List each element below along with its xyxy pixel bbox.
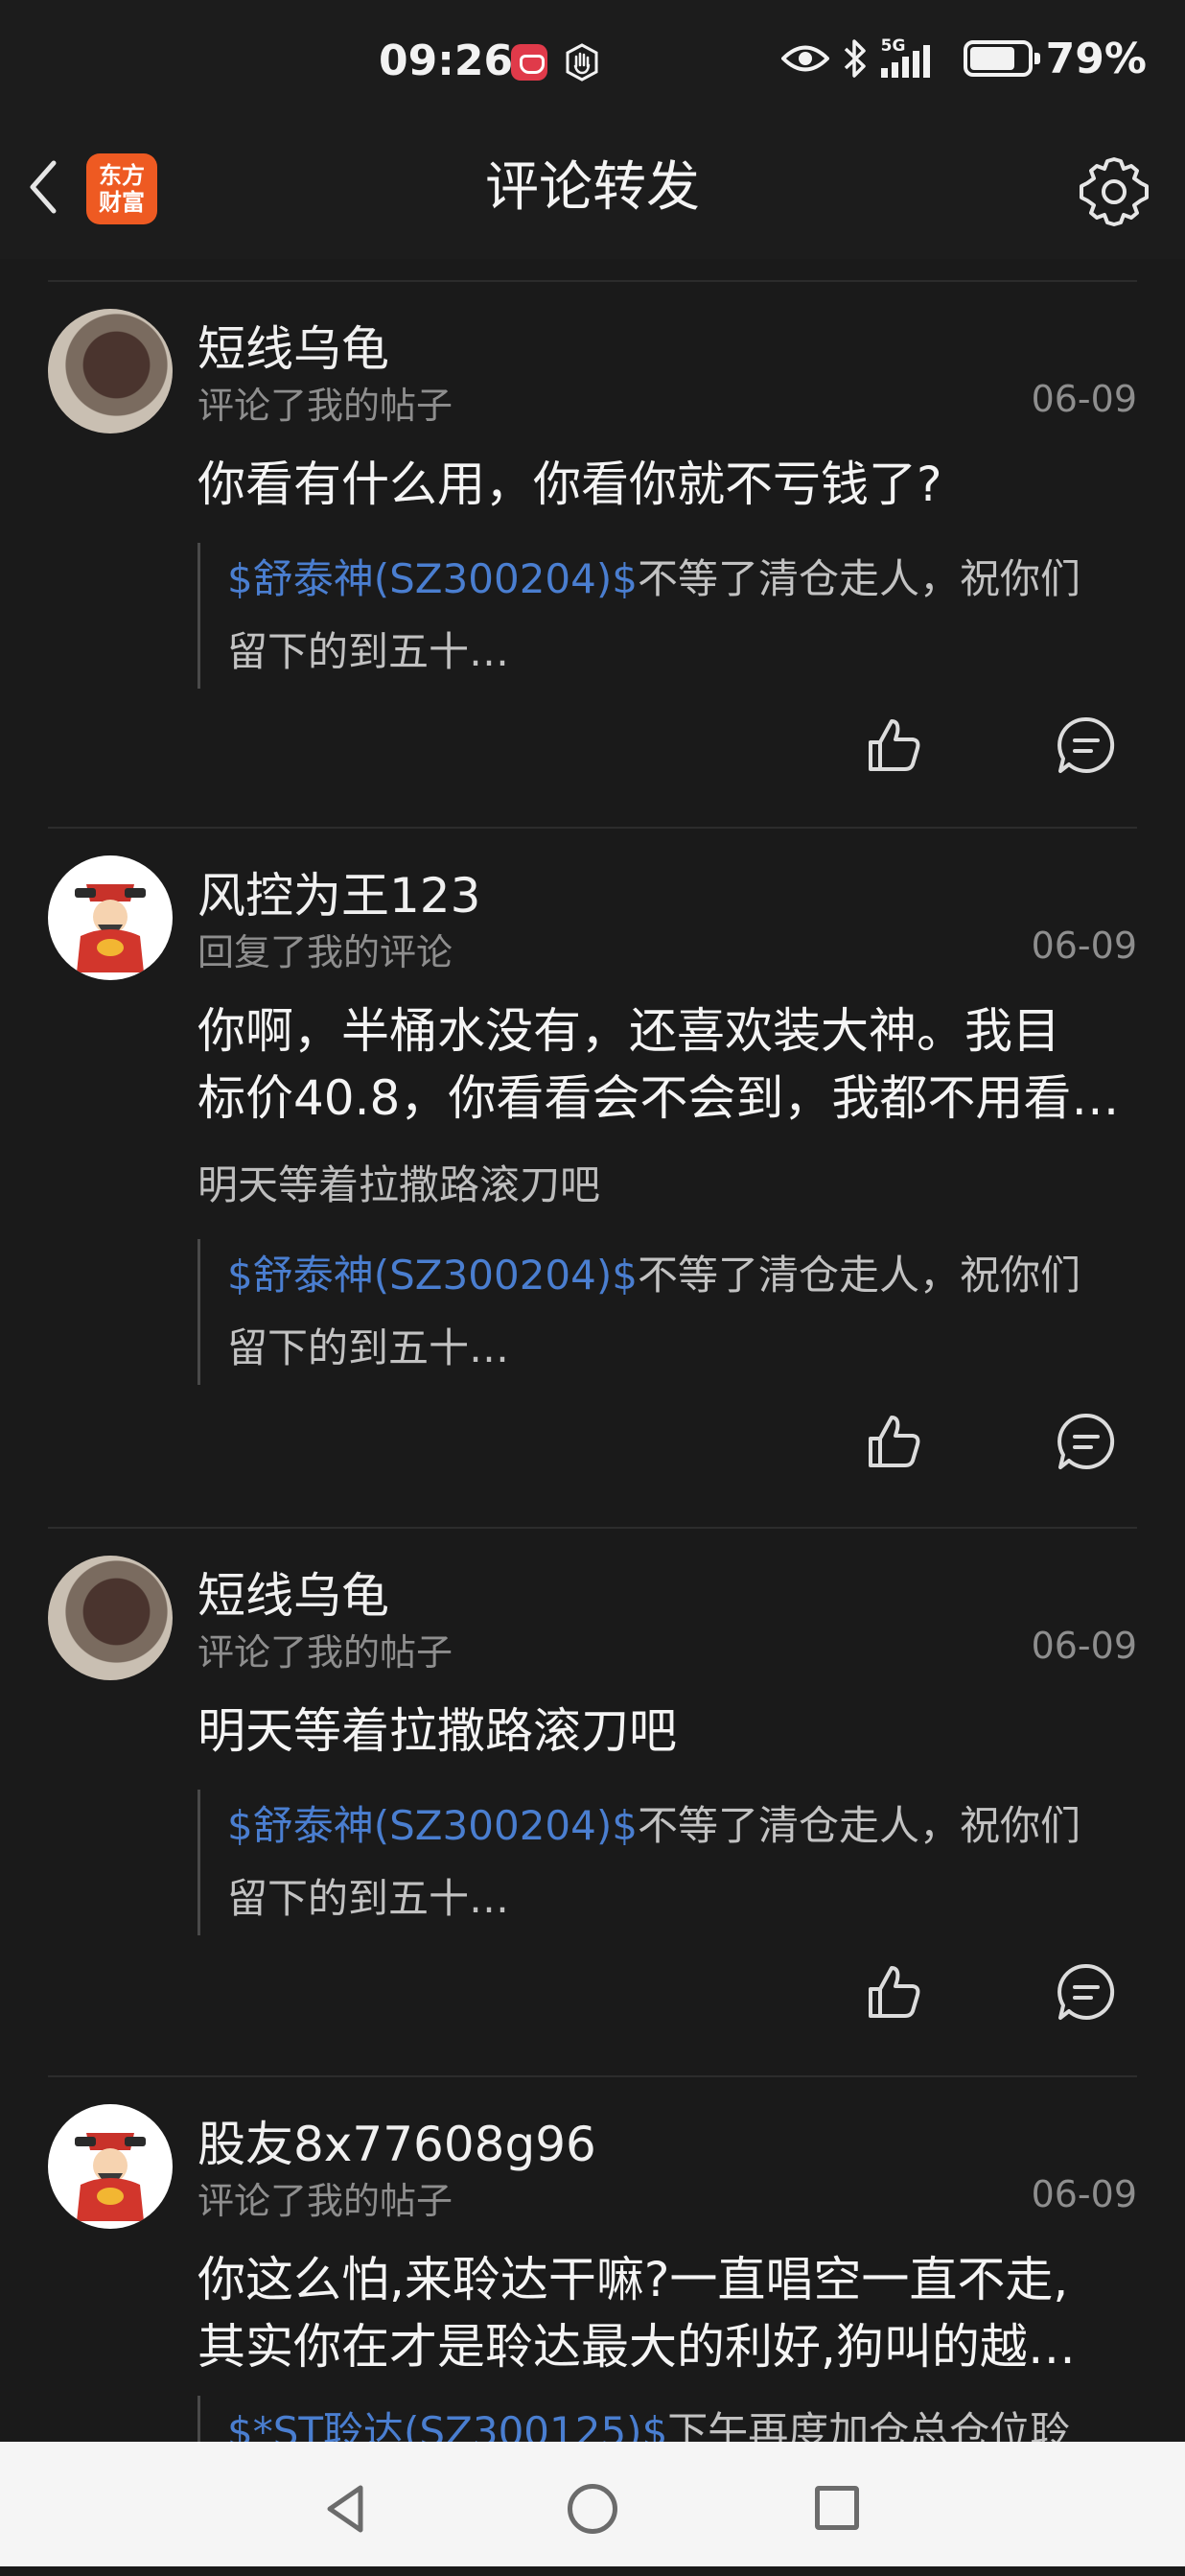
battery-icon xyxy=(963,40,1040,77)
bluetooth-icon xyxy=(844,39,866,78)
quoted-post[interactable]: $舒泰神(SZ300204)$不等了清仓走人，祝你们 留下的到五十… xyxy=(198,543,1137,689)
username[interactable]: 风控为王123 xyxy=(198,857,480,926)
nav-recents-icon[interactable] xyxy=(815,2486,859,2530)
like-icon[interactable] xyxy=(863,1410,926,1473)
avatar[interactable] xyxy=(48,309,173,433)
battery-percent: 79% xyxy=(1045,34,1147,83)
page-title: 评论转发 xyxy=(485,156,700,219)
quote-line: 留下的到五十… xyxy=(227,1875,510,1922)
stock-link[interactable]: $舒泰神(SZ300204)$ xyxy=(227,1252,638,1299)
avatar[interactable] xyxy=(48,2104,173,2229)
action-text: 评论了我的帖子 xyxy=(198,1631,453,1674)
quote-line: 留下的到五十… xyxy=(227,628,510,675)
comment-text[interactable]: 明天等着拉撒路滚刀吧 xyxy=(198,1698,1137,1765)
list-item[interactable]: 短线乌龟 评论了我的帖子 06-09 你看有什么用，你看你就不亏钱了? $舒泰神… xyxy=(48,282,1137,829)
date: 06-09 xyxy=(1031,2173,1137,2215)
date: 06-09 xyxy=(1031,378,1137,420)
nav-home-icon[interactable] xyxy=(568,2484,617,2534)
like-icon[interactable] xyxy=(863,1960,926,2024)
action-text: 评论了我的帖子 xyxy=(198,385,453,427)
signal-icon: 5G xyxy=(880,37,950,80)
username[interactable]: 短线乌龟 xyxy=(198,1557,389,1627)
username[interactable]: 短线乌龟 xyxy=(198,311,389,380)
quote-text: 不等了清仓走人，祝你们 xyxy=(637,1252,1080,1299)
like-icon[interactable] xyxy=(863,714,926,777)
status-bar: 09:26 5G 79% xyxy=(0,0,1185,134)
comment-text[interactable]: 你啊，半桶水没有，还喜欢装大神。我目 xyxy=(198,997,1137,1065)
quote-text: 不等了清仓走人，祝你们 xyxy=(637,1802,1080,1849)
quoted-post[interactable]: $舒泰神(SZ300204)$不等了清仓走人，祝你们 留下的到五十… xyxy=(198,1790,1137,1935)
list-item[interactable]: 风控为王123 回复了我的评论 06-09 你啊，半桶水没有，还喜欢装大神。我目… xyxy=(48,829,1137,1529)
comment-text[interactable]: 你这么怕,来聆达干嘛?一直唱空一直不走, xyxy=(198,2246,1137,2313)
comment-text[interactable]: 其实你在才是聆达最大的利好,狗叫的越… xyxy=(198,2313,1137,2380)
avatar[interactable] xyxy=(48,855,173,980)
gear-icon[interactable] xyxy=(1076,153,1152,230)
list-item[interactable]: 短线乌龟 评论了我的帖子 06-09 明天等着拉撒路滚刀吧 $舒泰神(SZ300… xyxy=(48,1529,1137,2077)
quoted-post[interactable]: $舒泰神(SZ300204)$不等了清仓走人，祝你们 留下的到五十… xyxy=(198,1239,1137,1385)
quote-text: 不等了清仓走人，祝你们 xyxy=(637,555,1080,602)
app-notification-icon xyxy=(511,44,547,81)
notification-feed: 短线乌龟 评论了我的帖子 06-09 你看有什么用，你看你就不亏钱了? $舒泰神… xyxy=(0,282,1185,2576)
parent-comment-text[interactable]: 明天等着拉撒路滚刀吧 xyxy=(198,1153,600,1211)
nav-back-icon[interactable] xyxy=(322,2482,370,2536)
quote-line: $舒泰神(SZ300204)$不等了清仓走人，祝你们 xyxy=(227,1239,1137,1312)
battery-fill xyxy=(969,47,1014,70)
stock-link[interactable]: $舒泰神(SZ300204)$ xyxy=(227,555,638,602)
comment-icon[interactable] xyxy=(1055,1960,1118,2024)
action-text: 回复了我的评论 xyxy=(198,931,453,973)
quote-line: $舒泰神(SZ300204)$不等了清仓走人，祝你们 xyxy=(227,1790,1137,1862)
username[interactable]: 股友8x77608g96 xyxy=(198,2106,596,2175)
quote-line: $舒泰神(SZ300204)$不等了清仓走人，祝你们 xyxy=(227,543,1137,616)
quote-line: 留下的到五十… xyxy=(227,1324,510,1371)
date: 06-09 xyxy=(1031,1625,1137,1667)
status-time: 09:26 xyxy=(379,36,514,85)
comment-icon[interactable] xyxy=(1055,1410,1118,1473)
avatar[interactable] xyxy=(48,1556,173,1680)
fortune-god-avatar-icon xyxy=(75,884,146,972)
comment-text[interactable]: 你看有什么用，你看你就不亏钱了? xyxy=(198,451,1137,518)
comment-text[interactable]: 标价40.8，你看看会不会到，我都不用看… xyxy=(198,1065,1137,1132)
action-text: 评论了我的帖子 xyxy=(198,2180,453,2222)
fortune-god-avatar-icon xyxy=(75,2133,146,2221)
eye-icon xyxy=(780,45,829,72)
date: 06-09 xyxy=(1031,925,1137,967)
gesture-icon xyxy=(566,43,598,82)
comment-icon[interactable] xyxy=(1055,714,1118,777)
stock-link[interactable]: $舒泰神(SZ300204)$ xyxy=(227,1802,638,1849)
